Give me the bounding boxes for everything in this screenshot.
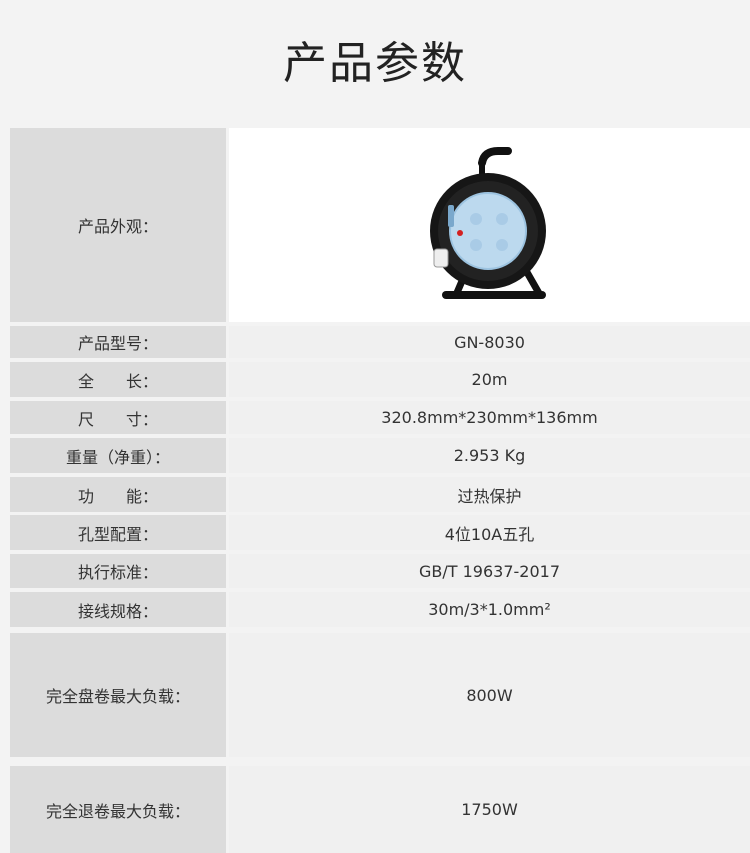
spec-value: GN-8030 (229, 326, 750, 358)
spec-label: 全 长： (10, 362, 226, 397)
spec-label: 完全盘卷最大负载： (10, 633, 226, 757)
page-title: 产品参数 (283, 38, 467, 89)
spec-row: 尺 寸： 320.8mm*230mm*136mm (10, 401, 750, 434)
cable-reel-image (429, 147, 546, 299)
spec-value: 过热保护 (229, 477, 750, 512)
spec-label: 重量（净重）： (10, 438, 226, 473)
spec-row: 接线规格： 30m/3*1.0mm² (10, 592, 750, 627)
spec-label: 尺 寸： (10, 401, 226, 434)
spec-row: 执行标准： GB/T 19637-2017 (10, 554, 750, 588)
spec-label: 功 能： (10, 477, 226, 512)
spec-value: 20m (229, 362, 750, 397)
spec-label: 产品型号： (10, 326, 226, 358)
spec-row: 完全退卷最大负载： 1750W (10, 766, 750, 853)
spec-row: 功 能： 过热保护 (10, 477, 750, 512)
spec-row: 全 长： 20m (10, 362, 750, 397)
spec-label: 执行标准： (10, 554, 226, 588)
spec-value: 4位10A五孔 (229, 515, 750, 550)
spec-value: 800W (229, 633, 750, 757)
spec-row: 完全盘卷最大负载： 800W (10, 633, 750, 757)
spec-value: 2.953 Kg (229, 438, 750, 473)
spec-value: 30m/3*1.0mm² (229, 592, 750, 627)
spec-label: 接线规格： (10, 592, 226, 627)
spec-row: 重量（净重）： 2.953 Kg (10, 438, 750, 473)
spec-label: 产品外观： (10, 128, 226, 322)
spec-value: 1750W (229, 766, 750, 853)
spec-value: GB/T 19637-2017 (229, 554, 750, 588)
spec-label: 完全退卷最大负载： (10, 766, 226, 853)
spec-row: 产品型号： GN-8030 (10, 326, 750, 358)
spec-row-appearance: 产品外观： (10, 128, 750, 322)
spec-label: 孔型配置： (10, 515, 226, 550)
spec-value: 320.8mm*230mm*136mm (229, 401, 750, 434)
spec-row: 孔型配置： 4位10A五孔 (10, 515, 750, 550)
spec-value-image (229, 128, 750, 322)
